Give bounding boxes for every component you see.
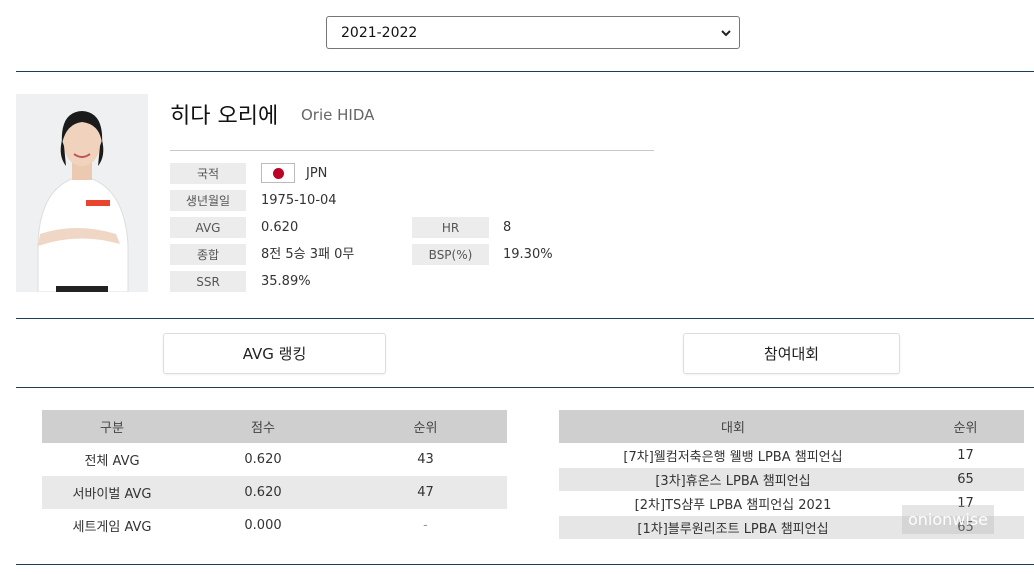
total-value: 8전 5승 3패 0무 <box>261 247 355 262</box>
nationality-label: 국적 <box>170 163 246 184</box>
table-cell: 세트게임 AVG <box>72 520 152 535</box>
table-cell: 전체 AVG <box>84 454 140 469</box>
table-row: 세트게임 AVG 0.000 - <box>42 509 507 542</box>
nationality-value: JPN <box>306 166 328 181</box>
table-cell: 47 <box>344 476 507 509</box>
tournaments-button[interactable]: 참여대회 <box>683 333 900 374</box>
name-divider <box>170 150 654 151</box>
avg-label: AVG <box>170 217 246 238</box>
table-header: 순위 <box>344 410 507 443</box>
player-photo <box>16 94 148 292</box>
watermark: onionwise <box>902 505 994 534</box>
table-header: 구분 <box>42 410 182 443</box>
tournament-name[interactable]: [1차]블루원리조트 LPBA 챔피언십 <box>559 514 907 539</box>
birth-value: 1975-10-04 <box>261 193 337 208</box>
divider <box>16 564 1034 565</box>
table-cell: 43 <box>417 452 434 467</box>
tournament-name[interactable]: [7차]웰컴저축은행 웰뱅 LPBA 챔피언십 <box>559 442 907 467</box>
table-cell: 서바이벌 AVG <box>42 476 182 509</box>
japan-flag-icon <box>261 163 295 183</box>
chevron-down-icon <box>721 30 731 37</box>
table-cell: 0.620 <box>244 452 282 467</box>
tournament-rank: 65 <box>907 466 1024 491</box>
table-cell: 0.620 <box>182 476 344 509</box>
table-header: 대회 <box>559 410 907 443</box>
table-row[interactable]: [7차]웰컴저축은행 웰뱅 LPBA 챔피언십 17 <box>559 442 1024 467</box>
tournament-name[interactable]: [2차]TS샴푸 LPBA 챔피언십 2021 <box>559 490 907 515</box>
divider <box>16 318 1034 319</box>
tournament-rank: 17 <box>907 442 1024 467</box>
hr-value: 8 <box>503 220 512 235</box>
avg-table: 구분 점수 순위 전체 AVG 0.620 43 서바이벌 AVG 0.620 … <box>42 410 507 542</box>
tournament-name[interactable]: [3차]휴온스 LPBA 챔피언십 <box>559 466 907 491</box>
bsp-value: 19.30% <box>503 247 553 262</box>
table-cell: 0.000 <box>244 518 282 533</box>
ssr-value: 35.89% <box>261 274 311 289</box>
table-cell: - <box>423 518 428 533</box>
divider <box>16 71 1034 72</box>
table-row: 서바이벌 AVG 0.620 47 <box>42 476 507 509</box>
divider <box>16 387 1034 388</box>
season-select[interactable]: 2021-2022 <box>326 16 740 49</box>
hr-label: HR <box>412 217 489 238</box>
table-header: 순위 <box>907 410 1024 443</box>
table-row: 전체 AVG 0.620 43 <box>42 443 507 476</box>
player-name-korean: 히다 오리에 <box>170 104 279 129</box>
birth-label: 생년월일 <box>170 190 246 211</box>
player-name-english: Orie HIDA <box>301 106 375 124</box>
table-row[interactable]: [3차]휴온스 LPBA 챔피언십 65 <box>559 466 1024 491</box>
table-header: 점수 <box>182 410 344 443</box>
avg-ranking-button[interactable]: AVG 랭킹 <box>163 333 386 374</box>
avg-value: 0.620 <box>261 220 299 235</box>
ssr-label: SSR <box>170 271 246 292</box>
bsp-label: BSP(%) <box>412 244 489 265</box>
total-label: 종합 <box>170 244 246 265</box>
season-select-value: 2021-2022 <box>341 24 418 41</box>
